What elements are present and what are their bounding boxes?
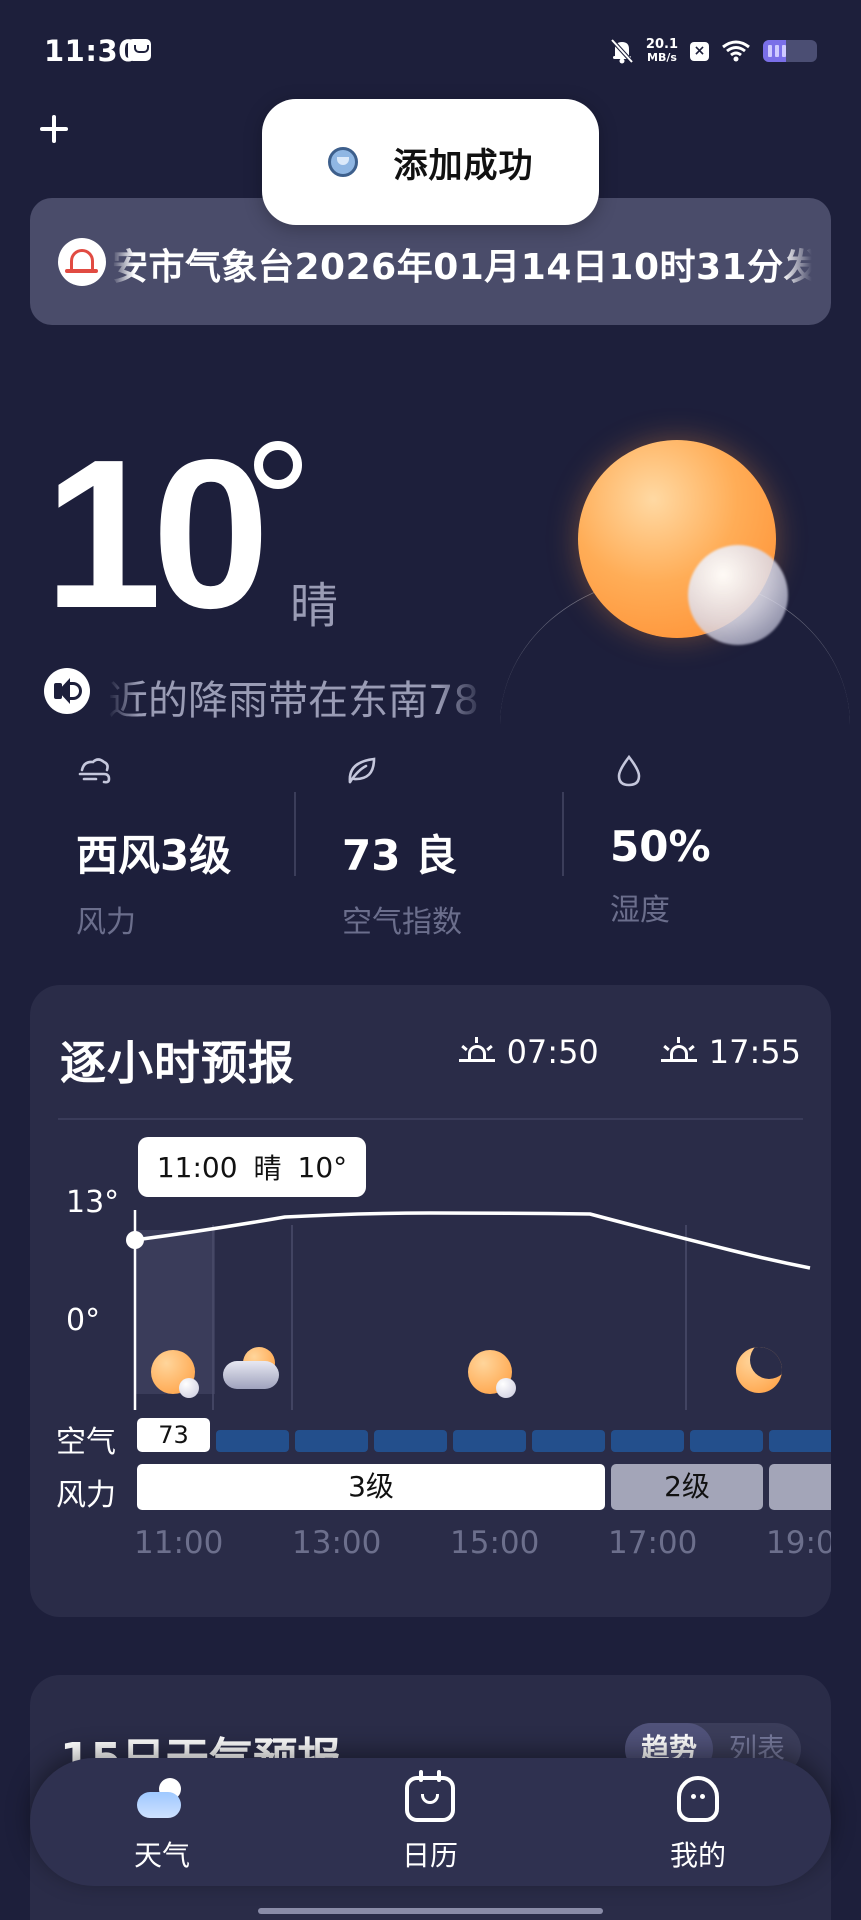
stat-divider: [294, 792, 296, 876]
add-city-button[interactable]: [38, 113, 70, 145]
wind-icon: [78, 758, 111, 784]
bell-off-icon: [610, 38, 634, 64]
battery-icon: [763, 40, 817, 62]
stat-wind-value: 西风3级: [76, 831, 232, 880]
home-indicator[interactable]: [258, 1908, 603, 1914]
wind-segment: [769, 1464, 831, 1510]
current-temperature: 10: [44, 415, 270, 652]
aqi-bar: [532, 1430, 605, 1452]
stat-aqi-value: 73 良: [342, 831, 458, 880]
sunny-icon: [151, 1350, 199, 1398]
nav-calendar-label: 日历: [401, 1839, 458, 1872]
y-min-label: 0°: [66, 1303, 101, 1338]
aqi-bar: [769, 1430, 831, 1452]
aqi-bar: [690, 1430, 763, 1452]
degree-symbol: [254, 441, 302, 489]
stat-humidity: 50% 湿度: [610, 752, 850, 929]
bottom-navigation: 天气 日历 我的: [30, 1758, 831, 1886]
alarm-icon: [58, 238, 106, 286]
time-tick: 19:00: [766, 1525, 831, 1561]
cloudy-icon: [223, 1347, 281, 1391]
wind-row-label: 风力: [56, 1478, 116, 1513]
nav-calendar[interactable]: 日历: [350, 1770, 510, 1874]
close-notification-icon: ×: [690, 41, 709, 61]
app-logo-icon: [327, 147, 358, 177]
stat-aqi: 73 良 空气指数: [342, 752, 582, 941]
net-speed-unit: MB/s: [647, 51, 677, 64]
nav-weather-label: 天气: [133, 1839, 190, 1872]
tooltip-time: 11:00: [156, 1150, 238, 1184]
aqi-bar: [295, 1430, 368, 1452]
time-tick: 11:00: [134, 1525, 224, 1561]
wind-segment: 2级: [611, 1464, 763, 1510]
success-toast: 添加成功: [262, 99, 599, 225]
droplet-icon: [617, 754, 641, 787]
wifi-icon: [722, 40, 750, 62]
stat-divider: [562, 792, 564, 876]
tooltip-condition: 晴: [253, 1152, 282, 1185]
profile-icon: [677, 1776, 719, 1822]
weather-broadcast-text: 近的降雨带在东南78: [108, 678, 479, 724]
sunny-icon: [468, 1350, 516, 1398]
alert-text: 安市气象台2026年01月14日10时31分发布大风蓝色预警: [112, 247, 812, 288]
aqi-bar: [374, 1430, 447, 1452]
stat-humidity-value: 50%: [610, 822, 711, 871]
aqi-value: 73: [137, 1418, 210, 1452]
aqi-bar: [216, 1430, 289, 1452]
time-tick: 15:00: [450, 1525, 540, 1561]
calendar-icon: [405, 1770, 455, 1822]
wind-segment: 3级: [137, 1464, 605, 1510]
status-icons: 20.1 MB/s ×: [610, 34, 817, 68]
message-notification-icon: [128, 39, 151, 61]
aqi-row-label: 空气: [56, 1425, 116, 1460]
y-max-label: 13°: [66, 1185, 120, 1220]
aqi-bar: [453, 1430, 526, 1452]
toast-text: 添加成功: [393, 145, 534, 186]
nav-profile[interactable]: 我的: [618, 1776, 778, 1874]
stat-aqi-label: 空气指数: [342, 905, 462, 940]
hourly-forecast-card: 逐小时预报 07:50 17:55 13° 0° 11:00 晴 10° 空气 …: [30, 985, 831, 1617]
stat-wind: 西风3级 风力: [76, 752, 316, 941]
current-condition: 晴: [290, 578, 339, 634]
time-tick: 17:00: [608, 1525, 698, 1561]
nav-profile-label: 我的: [669, 1839, 726, 1872]
weather-icon: [137, 1776, 187, 1822]
speaker-icon[interactable]: [44, 668, 90, 714]
nav-weather[interactable]: 天气: [82, 1776, 242, 1874]
leaf-icon: [348, 757, 376, 784]
net-speed-value: 20.1: [645, 37, 678, 52]
moon-illustration: [688, 545, 788, 645]
time-tick: 13:00: [292, 1525, 382, 1561]
temperature-curve: [126, 1210, 811, 1410]
stat-wind-label: 风力: [76, 905, 136, 940]
hour-tooltip: 11:00 晴 10°: [138, 1137, 366, 1197]
network-speed: 20.1 MB/s: [646, 38, 678, 64]
stat-humidity-label: 湿度: [610, 893, 670, 928]
status-time: 11:30: [44, 34, 139, 68]
tooltip-temp: 10°: [297, 1150, 348, 1184]
status-bar: 11:30 20.1 MB/s ×: [0, 0, 861, 100]
aqi-bar: [611, 1430, 684, 1452]
clear-night-icon: [736, 1347, 782, 1393]
